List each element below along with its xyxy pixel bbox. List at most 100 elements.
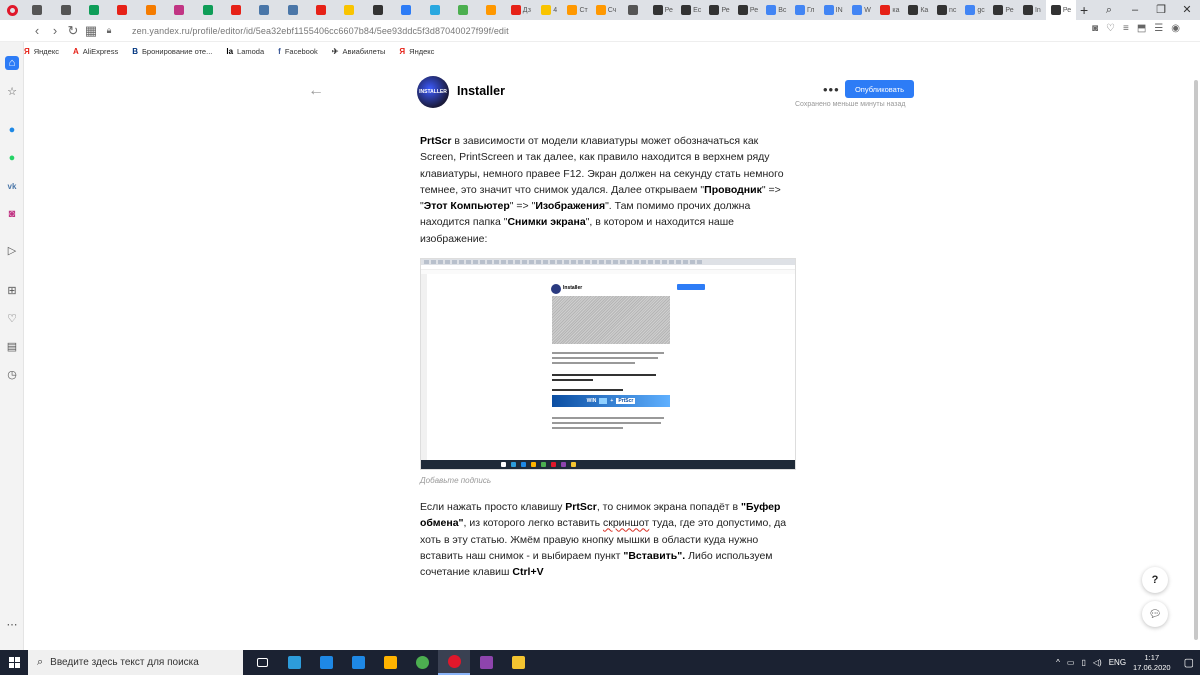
easy-setup-icon[interactable]: ☰ xyxy=(1154,23,1163,34)
opera-menu-icon[interactable] xyxy=(0,0,24,20)
browser-tab[interactable] xyxy=(450,0,478,20)
taskbar-app-opera[interactable] xyxy=(438,650,470,675)
browser-tab[interactable]: Сч xyxy=(592,0,620,20)
start-button[interactable] xyxy=(0,650,28,675)
bookmark-item[interactable]: ✈ Авиабилеты xyxy=(332,47,386,56)
browser-tab[interactable] xyxy=(393,0,421,20)
clock[interactable]: 1:17 17.06.2020 xyxy=(1133,653,1171,673)
channel-name[interactable]: Installer xyxy=(457,84,505,98)
help-button[interactable]: ? xyxy=(1142,567,1168,593)
extension-icon[interactable]: ⬒ xyxy=(1137,23,1146,34)
bookmark-item[interactable]: A AliExpress xyxy=(73,47,118,56)
whatsapp-icon[interactable]: ● xyxy=(5,151,19,165)
taskbar-app-game[interactable] xyxy=(470,650,502,675)
battery-icon[interactable]: ▯ xyxy=(1081,658,1085,667)
taskbar-app-chrome[interactable] xyxy=(406,650,438,675)
news-icon[interactable]: ▤ xyxy=(5,339,19,353)
browser-tab[interactable] xyxy=(280,0,308,20)
history-clock-icon[interactable]: ◷ xyxy=(5,367,19,381)
tray-chevron-icon[interactable]: ^ xyxy=(1056,658,1060,667)
browser-tab[interactable]: Гл xyxy=(791,0,819,20)
messenger-icon[interactable]: ● xyxy=(5,123,19,137)
browser-tab[interactable] xyxy=(421,0,449,20)
notifications-icon[interactable]: ▢ xyxy=(1184,656,1194,669)
browser-tab[interactable]: Ре xyxy=(705,0,733,20)
browser-tab[interactable]: nc xyxy=(933,0,961,20)
network-icon[interactable]: ▭ xyxy=(1067,658,1075,667)
language-indicator[interactable]: ENG xyxy=(1109,658,1126,667)
browser-tab[interactable] xyxy=(223,0,251,20)
browser-tab[interactable] xyxy=(166,0,194,20)
browser-tab[interactable] xyxy=(365,0,393,20)
browser-tab[interactable]: Ст xyxy=(563,0,591,20)
browser-tab[interactable] xyxy=(109,0,137,20)
bookmark-item[interactable]: Я Яндекс xyxy=(399,47,434,56)
bookmarks-star-icon[interactable]: ☆ xyxy=(5,84,19,98)
volume-icon[interactable]: ◁) xyxy=(1093,658,1102,667)
channel-avatar[interactable]: INSTALLER xyxy=(417,76,449,108)
favorites-heart-icon[interactable]: ♡ xyxy=(5,311,19,325)
browser-tab[interactable] xyxy=(24,0,52,20)
search-tabs-icon[interactable]: ⌕ xyxy=(1096,0,1122,20)
article-paragraph-1[interactable]: PrtScr в зависимости от модели клавиатур… xyxy=(420,133,795,247)
taskbar-search[interactable]: ⌕ Введите здесь текст для поиска xyxy=(28,650,243,675)
browser-tab[interactable]: Ре xyxy=(989,0,1017,20)
browser-tab[interactable] xyxy=(251,0,279,20)
speed-dial-icon[interactable]: ▦ xyxy=(82,23,100,39)
browser-tab[interactable] xyxy=(138,0,166,20)
taskbar-app-mail[interactable] xyxy=(342,650,374,675)
instagram-icon[interactable]: ◙ xyxy=(5,207,19,221)
bookmark-item[interactable]: Я Яндекс xyxy=(24,47,59,56)
browser-tab[interactable]: Ре xyxy=(1046,0,1077,20)
browser-tab[interactable]: IN xyxy=(819,0,847,20)
browser-tab[interactable]: Ре xyxy=(649,0,677,20)
taskbar-app-store[interactable] xyxy=(374,650,406,675)
browser-tab[interactable]: 4 xyxy=(535,0,563,20)
taskbar-app-edge[interactable] xyxy=(310,650,342,675)
page-scrollbar[interactable] xyxy=(1192,60,1200,650)
publish-button[interactable]: Опубликовать xyxy=(845,80,914,98)
article-paragraph-2[interactable]: Если нажать просто клавишу PrtScr, то сн… xyxy=(420,499,795,580)
browser-tab[interactable] xyxy=(336,0,364,20)
vk-icon[interactable]: vk xyxy=(5,179,19,193)
article-image[interactable]: Installer WIN + PrtScr xyxy=(420,258,796,470)
bookmark-item[interactable]: la Lamoda xyxy=(226,47,264,56)
heart-icon[interactable]: ♡ xyxy=(1106,23,1115,34)
browser-tab[interactable]: Вс xyxy=(762,0,790,20)
browser-tab[interactable]: Ре xyxy=(734,0,762,20)
apps-grid-icon[interactable]: ⊞ xyxy=(5,283,19,297)
browser-tab[interactable] xyxy=(478,0,506,20)
browser-tab[interactable]: Ес xyxy=(677,0,705,20)
taskbar-app-explorer[interactable] xyxy=(502,650,534,675)
back-arrow-icon[interactable]: ← xyxy=(308,82,324,100)
camera-icon[interactable]: ◙ xyxy=(1092,23,1098,34)
minimize-button[interactable]: – xyxy=(1122,0,1148,20)
more-menu-icon[interactable]: ••• xyxy=(823,82,840,97)
lock-icon[interactable]: 🔒︎ xyxy=(100,25,118,36)
browser-tab[interactable]: In xyxy=(1018,0,1046,20)
home-icon[interactable]: ⌂ xyxy=(5,56,19,70)
close-window-button[interactable]: ✕ xyxy=(1174,0,1200,20)
back-icon[interactable]: ‹ xyxy=(28,23,46,38)
browser-tab[interactable] xyxy=(194,0,222,20)
browser-tab[interactable]: W xyxy=(847,0,875,20)
url-field[interactable]: zen.yandex.ru/profile/editor/id/5ea32ebf… xyxy=(132,26,509,36)
taskbar-app-task-view[interactable] xyxy=(246,650,278,675)
browser-tab[interactable]: Дз xyxy=(507,0,535,20)
browser-tab[interactable] xyxy=(52,0,80,20)
menu-icon[interactable]: ≡ xyxy=(1123,23,1129,34)
browser-tab[interactable] xyxy=(308,0,336,20)
browser-tab[interactable]: Ка xyxy=(904,0,932,20)
bookmark-item[interactable]: B Бронирование оте... xyxy=(132,47,212,56)
feedback-chat-icon[interactable]: 💬︎ xyxy=(1142,601,1168,627)
send-icon[interactable]: ▷ xyxy=(5,243,19,257)
forward-icon[interactable]: › xyxy=(46,23,64,38)
account-icon[interactable]: ◉ xyxy=(1171,23,1180,34)
reload-icon[interactable]: ↻ xyxy=(64,23,82,39)
new-tab-button[interactable]: + xyxy=(1076,2,1092,18)
maximize-button[interactable]: ❐ xyxy=(1148,0,1174,20)
more-options-icon[interactable]: ⋯ xyxy=(5,617,19,631)
browser-tab[interactable] xyxy=(81,0,109,20)
browser-tab[interactable]: gc xyxy=(961,0,989,20)
bookmark-item[interactable]: f Facebook xyxy=(278,47,318,56)
